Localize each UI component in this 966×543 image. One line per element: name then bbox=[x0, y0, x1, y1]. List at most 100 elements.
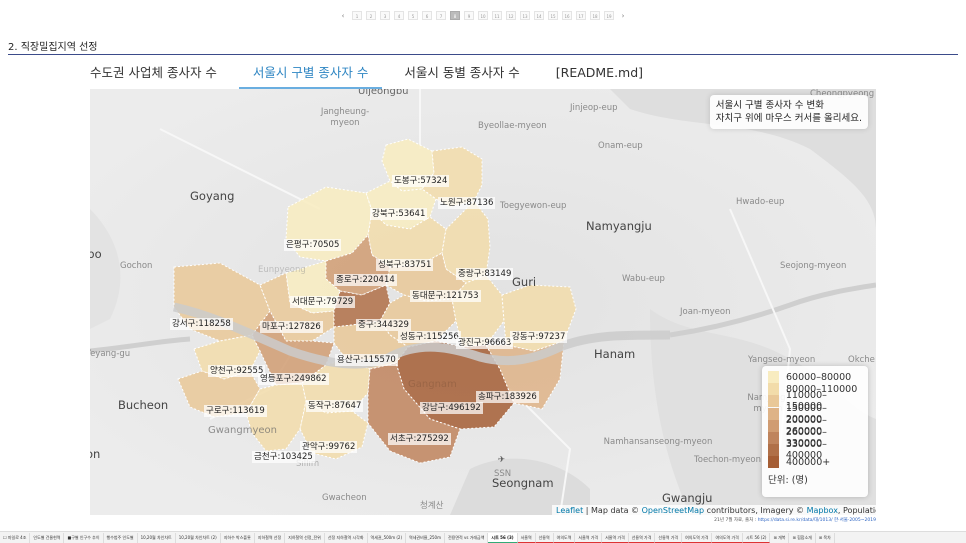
sheet-tab[interactable]: 서울역 가격 bbox=[575, 532, 603, 543]
gu-label-yongsan: 용산구:115570 bbox=[335, 354, 398, 366]
sheet-tab[interactable]: 선릉역 bbox=[535, 532, 554, 543]
place-guri: Guri bbox=[512, 275, 537, 289]
mapbox-link[interactable]: Mapbox bbox=[807, 506, 838, 515]
page-list: 1 2 3 4 5 6 7 8 9 10 11 12 13 14 15 16 17 18 19 bbox=[352, 11, 614, 20]
map-basemap bbox=[90, 89, 876, 515]
gu-label-jungnang: 중랑구:83149 bbox=[456, 268, 514, 280]
sheet-tab[interactable]: ⊞ 목차 bbox=[816, 532, 835, 543]
place-gwangmyeong: Gwangmyeon bbox=[208, 425, 278, 436]
place-goyang: Goyang bbox=[190, 189, 235, 203]
sheet-tab[interactable]: 시트 56 (2) bbox=[742, 532, 771, 543]
place-toegyewon: Toegyewon-eup bbox=[500, 201, 567, 211]
sheet-tab[interactable]: 선릉역 가격 bbox=[655, 532, 683, 543]
page-button[interactable]: 17 bbox=[576, 11, 586, 20]
source-text: 21년 7월 자료, 출처 : bbox=[714, 518, 758, 523]
legend-items: 60000–80000 80000–110000 110000–150000 1500… bbox=[768, 371, 862, 469]
sheet-tab[interactable]: 10,20월 차인차트 bbox=[138, 532, 176, 543]
page-button[interactable]: 13 bbox=[520, 11, 530, 20]
page-button[interactable]: 6 bbox=[422, 11, 432, 20]
place-gimpo: npo bbox=[90, 247, 102, 261]
page-button[interactable]: 18 bbox=[590, 11, 600, 20]
legend-label: 60000–80000 bbox=[786, 371, 852, 383]
sheet-tab[interactable]: ⊞ 힙합소개 bbox=[789, 532, 816, 543]
sheet-tab[interactable]: 행수범주 인도별 bbox=[104, 532, 138, 543]
page-button[interactable]: 9 bbox=[464, 11, 474, 20]
page-button[interactable]: 1 bbox=[352, 11, 362, 20]
info-hint: 자치구 위에 마우스 커서를 올리세요. bbox=[715, 113, 862, 124]
source-link[interactable]: https://data.si.re.kr/data/대/1013/ 한·서울·… bbox=[758, 518, 876, 523]
map-info-box: 서울시 구별 종사자 수 변화 자치구 위에 마우스 커서를 올리세요. bbox=[709, 95, 868, 129]
sheet-tab[interactable]: ⊞ 개복 bbox=[770, 532, 790, 543]
page-button[interactable]: 10 bbox=[478, 11, 488, 20]
sheet-tab[interactable]: 지하철역 선정_전위 bbox=[285, 532, 325, 543]
sheet-tab[interactable]: 역세권비율_250m bbox=[406, 532, 445, 543]
prev-page-button[interactable]: ‹ bbox=[338, 12, 348, 20]
tab-metro-workers[interactable]: 수도권 사업체 종사자 수 bbox=[90, 60, 217, 90]
gu-label-geumcheon: 금천구:103425 bbox=[252, 451, 315, 463]
sheet-tab[interactable]: 시트 56 (3) bbox=[488, 532, 518, 543]
sheet-tab[interactable]: 인도별 건물현역 bbox=[30, 532, 65, 543]
next-page-button[interactable]: › bbox=[618, 12, 628, 20]
leaflet-link[interactable]: Leaflet bbox=[556, 506, 583, 515]
sheet-tab[interactable]: 여의도역 가격 bbox=[682, 532, 713, 543]
legend-swatch bbox=[768, 456, 779, 469]
place-okche: Okche bbox=[848, 355, 875, 365]
place-gwangju: Gwangju bbox=[662, 491, 713, 505]
gu-label-songpa: 송파구:183926 bbox=[476, 391, 539, 403]
page-button[interactable]: 2 bbox=[366, 11, 376, 20]
legend-swatch bbox=[768, 407, 779, 420]
sheet-tab[interactable]: ■구별 인구수 추이 bbox=[64, 532, 104, 543]
tab-seoul-gu-workers[interactable]: 서울시 구별 종사자 수 bbox=[238, 60, 383, 90]
page-button[interactable]: 12 bbox=[506, 11, 516, 20]
place-eunpyeong: Eunpyeong bbox=[258, 265, 306, 275]
sheet-tab[interactable]: 서울역 bbox=[517, 532, 536, 543]
page-button[interactable]: 8 bbox=[450, 11, 460, 20]
page-button[interactable]: 16 bbox=[562, 11, 572, 20]
sheet-tab[interactable]: 여의도역 bbox=[553, 532, 576, 543]
place-gochon: Gochon bbox=[120, 261, 153, 271]
choropleth-map[interactable]: Uijeongbu Jangheung-myeon Byeollae-myeon… bbox=[90, 89, 876, 515]
place-gwacheon: Gwacheon bbox=[322, 493, 367, 503]
osm-link[interactable]: OpenStreetMap bbox=[642, 506, 705, 515]
place-uijeongbu: Uijeongbu bbox=[358, 89, 409, 97]
map-attribution: Leaflet | Map data © OpenStreetMap contr… bbox=[552, 505, 876, 515]
gu-label-yangcheon: 양천구:92555 bbox=[208, 365, 266, 377]
place-seojong: Seojong-myeon bbox=[780, 261, 847, 271]
legend-swatch bbox=[768, 432, 779, 445]
gu-label-seongbuk: 성북구:83751 bbox=[376, 259, 434, 271]
attrib-text-2: contributors, Imagery © bbox=[704, 506, 807, 515]
sheet-tab[interactable]: 여의도역 가격 bbox=[712, 532, 743, 543]
sheet-tab[interactable]: 지하수 박스플롯 bbox=[221, 532, 255, 543]
sheet-tab[interactable]: 선정 지하철역 시각화 bbox=[325, 532, 368, 543]
sheet-tab[interactable]: ☐ 마일로 4조 bbox=[0, 532, 31, 543]
page-button[interactable]: 5 bbox=[408, 11, 418, 20]
sheet-tab[interactable]: 서울역 가격 bbox=[602, 532, 629, 543]
gu-label-eunpyeong: 은평구:70505 bbox=[284, 239, 342, 251]
place-joan: Joan-myeon bbox=[680, 307, 731, 317]
place-gyeyang: Yeyang-gu bbox=[90, 349, 131, 359]
page-button[interactable]: 11 bbox=[492, 11, 502, 20]
sheet-tab[interactable]: 역세권_500m (2) bbox=[368, 532, 407, 543]
page-button[interactable]: 7 bbox=[436, 11, 446, 20]
page-button[interactable]: 14 bbox=[534, 11, 544, 20]
place-bucheon: Bucheon bbox=[118, 398, 169, 412]
tab-readme[interactable]: [README.md] bbox=[556, 60, 643, 90]
sheet-tab[interactable]: 선릉역 가격 bbox=[628, 532, 656, 543]
tab-seoul-dong-workers[interactable]: 서울시 동별 종사자 수 bbox=[404, 60, 519, 90]
airport-icon: ✈ bbox=[498, 455, 506, 465]
sheet-tab[interactable]: 지하철역 선정 bbox=[255, 532, 286, 543]
page-button[interactable]: 3 bbox=[380, 11, 390, 20]
place-wabu: Wabu-eup bbox=[622, 274, 665, 284]
gu-label-gangbuk: 강북구:53641 bbox=[370, 208, 428, 220]
page-button[interactable]: 19 bbox=[604, 11, 614, 20]
legend-swatch bbox=[768, 444, 779, 457]
page-button[interactable]: 4 bbox=[394, 11, 404, 20]
sheet-tab[interactable]: 10,20월 차인차트 (2) bbox=[176, 532, 221, 543]
section-title: 2. 직장밀집지역 선정 bbox=[8, 42, 98, 53]
page-button[interactable]: 15 bbox=[548, 11, 558, 20]
map-legend: 60000–80000 80000–110000 110000–150000 1500… bbox=[762, 366, 868, 497]
gu-label-jung: 중구:344329 bbox=[356, 319, 411, 331]
sheet-tab[interactable]: 전용면적 vs 거래금액 bbox=[445, 532, 489, 543]
place-jangheung: Jangheung-myeon bbox=[320, 107, 370, 128]
section-divider bbox=[8, 54, 958, 55]
